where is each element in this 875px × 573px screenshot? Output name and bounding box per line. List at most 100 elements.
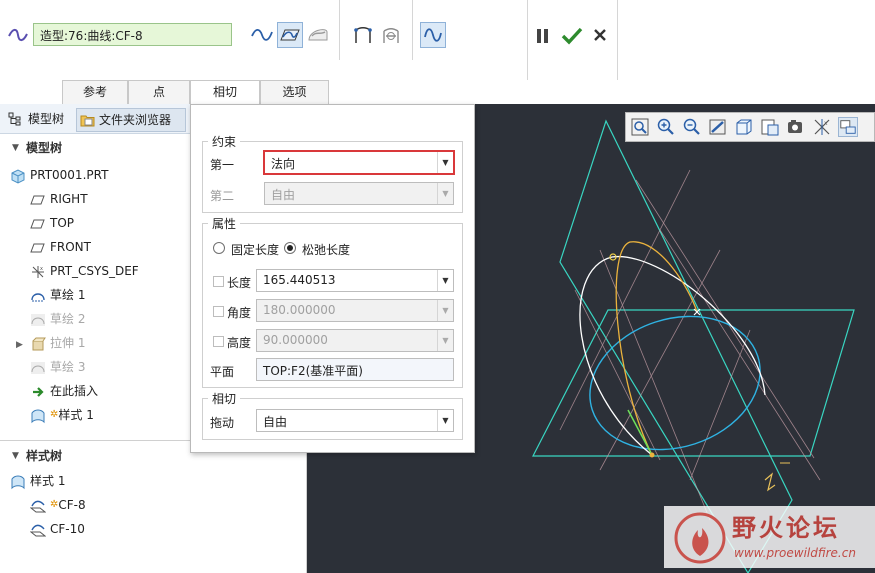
insert-arrow-icon [33, 386, 44, 397]
watermark-logo: 野火论坛 www.proewildfire.cn [664, 506, 875, 568]
tangency-panel: 约束 第一 法向 ▼ 第二 自由 ▼ 属性 固定长度 松弛长度 长度 165.4… [190, 104, 475, 453]
tree-item-label: CF-8 [58, 498, 86, 512]
tree-item-sketch-3[interactable]: 草绘 3 [30, 356, 85, 378]
second-constraint-value: 自由 [271, 188, 296, 202]
curve-cos-icon[interactable] [378, 22, 404, 48]
curve-on-surface-icon[interactable] [305, 22, 331, 48]
first-constraint-value: 法向 [271, 157, 296, 171]
length-label: 长度 [227, 276, 252, 290]
navigator-tabs: 模型树 文件夹浏览器 [0, 104, 190, 134]
height-input[interactable]: 90.000000 ▼ [256, 329, 454, 352]
height-value: 90.000000 [263, 333, 328, 347]
length-value: 165.440513 [263, 273, 336, 287]
fixed-length-label: 固定长度 [231, 243, 280, 257]
style-curve-icon [30, 524, 46, 536]
datum-display-icon[interactable]: x [812, 117, 832, 137]
display-style-icon[interactable] [734, 117, 754, 137]
tree-item-label: FRONT [50, 240, 91, 254]
zoom-in-icon[interactable] [656, 117, 676, 137]
style-feature-icon [31, 409, 45, 423]
repaint-icon[interactable] [708, 117, 728, 137]
tree-item-label: 拉伸 1 [50, 336, 86, 350]
tree-item-top[interactable]: TOP [30, 212, 74, 234]
tree-item-front[interactable]: FRONT [30, 236, 91, 258]
curve-display-icon[interactable] [420, 22, 446, 48]
tree-item-right[interactable]: RIGHT [30, 188, 88, 210]
sketch-icon [31, 292, 45, 301]
tab-folder-browser[interactable]: 文件夹浏览器 [76, 108, 186, 132]
curve-planar-icon[interactable] [277, 22, 303, 48]
model-tree-icon [8, 112, 21, 126]
drag-select[interactable]: 自由 ▼ [256, 409, 454, 432]
tab-options[interactable]: 选项 [260, 80, 329, 104]
tree-item-label: RIGHT [50, 192, 88, 206]
ok-button[interactable] [561, 26, 583, 49]
saved-views-icon[interactable] [760, 117, 780, 137]
style-tree-item-style[interactable]: 样式 1 [10, 470, 65, 492]
csys-icon: x [32, 265, 44, 278]
zoom-out-icon[interactable] [682, 117, 702, 137]
tab-references[interactable]: 参考 [62, 80, 128, 104]
fixed-length-radio[interactable] [213, 242, 225, 254]
model-tree-title: 模型树 [26, 141, 63, 155]
style-tree-item-cf-10[interactable]: CF-10 [30, 518, 85, 540]
relaxed-length-radio[interactable] [284, 242, 296, 254]
style-display-icon[interactable] [838, 117, 858, 137]
check-icon [561, 27, 583, 45]
pause-icon [537, 29, 548, 43]
tree-item-extrude-1[interactable]: ▶ 拉伸 1 [16, 332, 85, 354]
drag-label: 拖动 [210, 416, 235, 430]
close-icon [594, 29, 606, 41]
folder-icon [80, 115, 95, 127]
collapse-arrow-icon: ▼ [12, 451, 19, 461]
tree-item-insert-here[interactable]: 在此插入 [30, 380, 98, 402]
tab-points[interactable]: 点 [128, 80, 190, 104]
pause-button[interactable] [536, 28, 550, 47]
curve-type-icon [8, 28, 28, 42]
curve-free-icon[interactable] [249, 22, 275, 48]
tree-item-part[interactable]: PRT0001.PRT [10, 164, 108, 186]
dropdown-arrow-icon: ▼ [437, 152, 453, 173]
tree-item-label: 样式 1 [58, 408, 94, 422]
watermark-title: 野火论坛 [732, 514, 840, 542]
first-constraint-label: 第一 [210, 158, 235, 172]
tree-item-csys[interactable]: x PRT_CSYS_DEF [30, 260, 139, 282]
cancel-button[interactable] [593, 27, 607, 46]
tree-item-label: 草绘 1 [50, 288, 86, 302]
tab-tangency[interactable]: 相切 [190, 80, 260, 105]
tree-item-sketch-1[interactable]: 草绘 1 [30, 284, 85, 306]
style-curve-icon [30, 500, 46, 512]
tab-model-tree-label: 模型树 [28, 112, 65, 126]
curve-name-field[interactable]: 造型:76:曲线:CF-8 [33, 23, 232, 46]
length-checkbox[interactable] [213, 276, 224, 287]
tree-item-style-1[interactable]: ✲样式 1 [30, 404, 94, 426]
dropdown-arrow-icon: ▼ [437, 183, 453, 204]
datum-plane-icon [30, 243, 45, 252]
plane-collector[interactable]: TOP:F2(基准平面) [256, 358, 454, 381]
style-tree-item-cf-8[interactable]: ✲CF-8 [30, 494, 86, 516]
tab-model-tree[interactable]: 模型树 [6, 108, 72, 132]
curve-offset-icon[interactable] [350, 22, 376, 48]
style-feature-icon [11, 475, 25, 489]
constraint-group-title: 约束 [208, 133, 241, 150]
dashboard-tabs: 参考 点 相切 选项 [0, 80, 875, 105]
second-constraint-select[interactable]: 自由 ▼ [264, 182, 454, 205]
expand-arrow-icon[interactable]: ▶ [16, 334, 30, 356]
refit-icon[interactable] [630, 117, 650, 137]
angle-input[interactable]: 180.000000 ▼ [256, 299, 454, 322]
angle-checkbox[interactable] [213, 306, 224, 317]
graphics-toolbar: x [625, 112, 875, 142]
datum-plane-icon [30, 219, 45, 228]
first-constraint-select[interactable]: 法向 ▼ [263, 150, 455, 175]
toolbar-separator [339, 0, 340, 60]
dropdown-arrow-icon: ▼ [437, 330, 453, 351]
tree-item-label: 样式 1 [30, 474, 66, 488]
view-manager-icon[interactable] [786, 117, 806, 137]
tree-item-label: PRT_CSYS_DEF [50, 264, 139, 278]
sketch-icon [31, 361, 45, 374]
length-input[interactable]: 165.440513 ▼ [256, 269, 454, 292]
relaxed-length-label: 松弛长度 [302, 243, 351, 257]
tree-item-sketch-2[interactable]: 草绘 2 [30, 308, 85, 330]
height-checkbox[interactable] [213, 336, 224, 347]
plane-label: 平面 [210, 365, 235, 379]
